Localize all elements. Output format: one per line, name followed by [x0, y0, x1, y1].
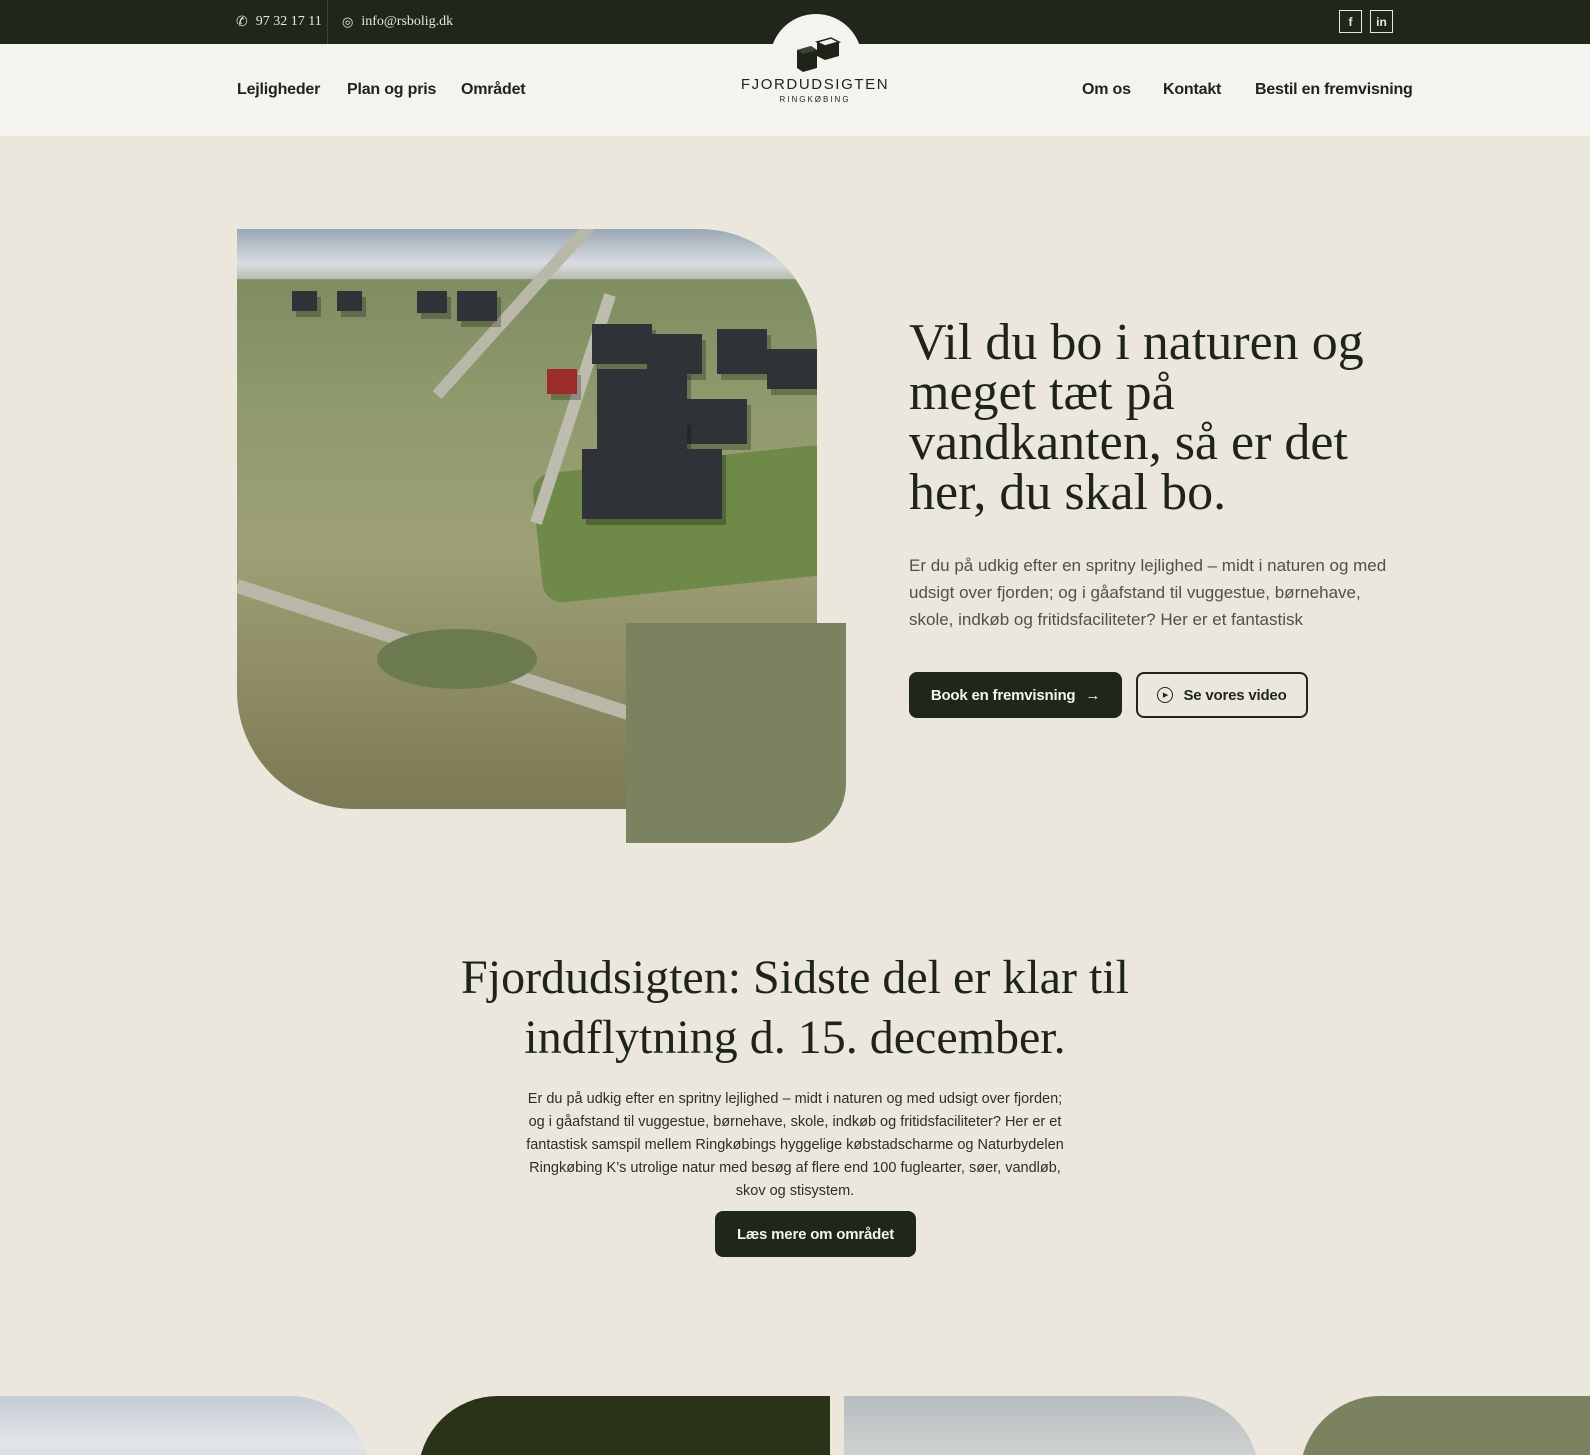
book-viewing-label: Book en fremvisning — [930, 686, 1076, 704]
phone-link[interactable]: ✆ 97 32 17 11 — [236, 0, 322, 44]
logo-subtitle: RINGKØBING — [779, 95, 851, 104]
facebook-icon[interactable]: f — [1339, 10, 1362, 33]
linkedin-icon[interactable]: in — [1370, 10, 1393, 33]
email-address: info@rsbolig.dk — [361, 14, 454, 29]
watch-video-label: Se vores video — [1183, 686, 1287, 704]
bottom-card-sky-image-2 — [844, 1396, 1259, 1455]
nav-item-lejligheder[interactable]: Lejligheder — [237, 44, 320, 136]
logo-brand: FJORDUDSIGTEN — [740, 76, 890, 93]
section-title: Fjordudsigten: Sidste del er klar til in… — [461, 951, 1129, 1064]
bottom-card-sky-image — [0, 1396, 370, 1455]
nav-item-bestil-fremvisning[interactable]: Bestil en fremvisning — [1255, 44, 1413, 136]
section-text: Er du på udkig efter en spritny lejlighe… — [526, 1091, 1064, 1199]
arrow-right-icon: → — [1085, 686, 1101, 704]
read-more-label: Læs mere om området — [736, 1225, 895, 1243]
book-viewing-button[interactable]: Book en fremvisning → — [909, 672, 1122, 718]
logo-blocks-icon — [797, 37, 842, 72]
nav-item-plan-og-pris[interactable]: Plan og pris — [347, 44, 436, 136]
nav-item-omraadet[interactable]: Området — [461, 44, 526, 136]
hero-title: Vil du bo i naturen og meget tæt på vand… — [909, 314, 1364, 521]
phone-icon: ✆ — [236, 14, 248, 30]
hero-text: Er du på udkig efter en spritny lejlighe… — [909, 556, 1387, 629]
hero-olive-block — [626, 623, 846, 843]
nav-item-om-os[interactable]: Om os — [1082, 44, 1131, 136]
bottom-card-dark — [418, 1396, 830, 1455]
logo[interactable]: FJORDUDSIGTEN RINGKØBING — [735, 30, 895, 120]
nav-item-kontakt[interactable]: Kontakt — [1163, 44, 1221, 136]
topbar-divider — [327, 0, 328, 44]
watch-video-button[interactable]: ▶ Se vores video — [1136, 672, 1308, 718]
read-more-area-button[interactable]: Læs mere om området — [715, 1211, 916, 1257]
play-circle-icon: ▶ — [1157, 687, 1174, 703]
email-link[interactable]: ◎ info@rsbolig.dk — [342, 0, 453, 44]
at-icon: ◎ — [342, 14, 354, 29]
phone-number: 97 32 17 11 — [255, 14, 322, 29]
bottom-card-olive — [1300, 1396, 1590, 1455]
